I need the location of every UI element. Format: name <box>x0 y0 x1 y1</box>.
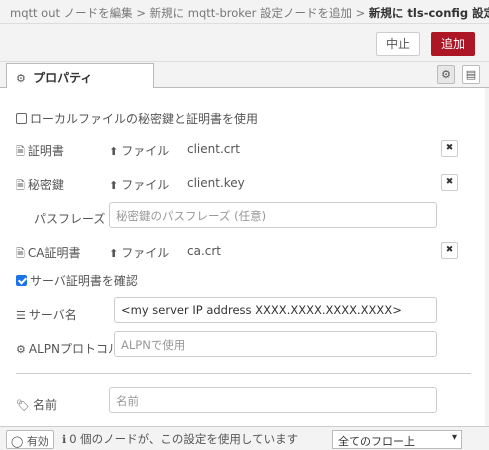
breadcrumb-item-mqtt-out[interactable]: mqtt out ノードを編集 <box>10 6 133 20</box>
edit-form: ローカルファイルの秘密鍵と証明書を使用 🗎 証明書 ⬆ ファイル client.cr… <box>0 88 489 426</box>
servername-label: サーバ名 <box>28 308 77 322</box>
ca-filename: ca.crt <box>187 244 222 258</box>
server-icon: ☰ <box>16 309 26 322</box>
breadcrumb-separator: > <box>351 6 369 20</box>
verify-server-checkbox[interactable] <box>16 275 27 286</box>
use-local-files-checkbox[interactable] <box>16 113 27 124</box>
cancel-button[interactable]: 中止 <box>376 32 420 56</box>
cert-label: 証明書 <box>27 144 64 158</box>
usage-info: ℹ0 個のノードが、この設定を使用しています <box>62 431 298 447</box>
ca-upload-label: ファイル <box>121 246 170 260</box>
gear-icon: ⚙ <box>16 72 26 85</box>
ca-clear-button[interactable]: ✖ <box>441 242 458 259</box>
gear-icon: ⚙ <box>441 68 451 81</box>
breadcrumb-item-mqtt-broker[interactable]: 新規に mqtt-broker 設定ノードを追加 <box>150 6 352 20</box>
breadcrumb: mqtt out ノードを編集 > 新規に mqtt-broker 設定ノードを… <box>0 0 489 24</box>
breadcrumb-separator: > <box>132 6 150 20</box>
file-icon: 🗎 <box>16 145 25 158</box>
info-icon: ℹ <box>62 433 67 446</box>
tab-properties-label: プロパティ <box>33 71 93 85</box>
cogs-icon: ⚙ <box>16 343 26 356</box>
name-label: 名前 <box>32 398 57 412</box>
chevron-down-icon: ▾ <box>451 432 457 443</box>
verify-server-label: サーバ証明書を確認 <box>30 274 138 288</box>
scope-select[interactable]: 全てのフロー上 ▾ <box>332 430 462 449</box>
tab-description-icon-button[interactable]: ▤ <box>462 65 480 84</box>
toggle-icon: ◯ <box>11 435 24 448</box>
description-icon: ▤ <box>465 68 477 81</box>
alpn-label: ALPNプロトコル <box>28 342 120 356</box>
footer: ◯ 有効 ℹ0 個のノードが、この設定を使用しています 全てのフロー上 ▾ <box>0 426 489 450</box>
passphrase-label: パスフレーズ <box>34 212 106 226</box>
key-row: 🗎 秘密鍵 ⬆ ファイル client.key ✖ <box>16 172 476 196</box>
key-upload-label: ファイル <box>121 178 170 192</box>
upload-icon: ⬆ <box>109 145 119 158</box>
tag-icon: 🏷 <box>16 399 30 412</box>
file-icon: 🗎 <box>16 179 25 192</box>
enabled-label: 有効 <box>26 435 49 448</box>
alpn-input[interactable]: ALPNで使用 <box>114 331 437 357</box>
ca-upload-button[interactable]: ⬆ ファイル <box>109 244 169 261</box>
add-button[interactable]: 追加 <box>431 32 475 56</box>
scrollbar[interactable] <box>485 88 489 426</box>
enabled-toggle[interactable]: ◯ 有効 <box>6 430 54 449</box>
upload-icon: ⬆ <box>109 247 119 260</box>
close-icon: ✖ <box>445 143 454 153</box>
cert-upload-label: ファイル <box>121 144 170 158</box>
cert-clear-button[interactable]: ✖ <box>441 140 458 157</box>
ca-label: CA証明書 <box>27 246 81 260</box>
key-filename: client.key <box>187 176 245 190</box>
tab-properties-icon-button[interactable]: ⚙ <box>437 65 455 84</box>
usage-info-text: 0 個のノードが、この設定を使用しています <box>69 432 299 446</box>
scope-select-value: 全てのフロー上 <box>338 435 415 448</box>
key-upload-button[interactable]: ⬆ ファイル <box>109 176 169 193</box>
key-label: 秘密鍵 <box>27 178 64 192</box>
close-icon: ✖ <box>445 245 454 255</box>
tab-properties[interactable]: ⚙ プロパティ <box>6 63 154 89</box>
cert-row: 🗎 証明書 ⬆ ファイル client.crt ✖ <box>16 138 476 162</box>
cert-filename: client.crt <box>187 142 241 156</box>
cert-upload-button[interactable]: ⬆ ファイル <box>109 142 169 159</box>
name-input[interactable]: 名前 <box>109 387 437 413</box>
ca-row: 🗎 CA証明書 ⬆ ファイル ca.crt ✖ <box>16 240 476 264</box>
tray-toolbar: 中止 追加 <box>0 24 489 62</box>
passphrase-input[interactable]: 秘密鍵のパスフレーズ (任意) <box>109 202 437 228</box>
upload-icon: ⬆ <box>109 179 119 192</box>
file-icon: 🗎 <box>16 247 25 260</box>
key-clear-button[interactable]: ✖ <box>441 174 458 191</box>
close-icon: ✖ <box>445 177 454 187</box>
breadcrumb-current: 新規に tls-config 設定ノードを追加 <box>368 6 489 20</box>
use-local-files-label: ローカルファイルの秘密鍵と証明書を使用 <box>30 112 259 126</box>
tab-bar: ⚙ プロパティ ⚙ ▤ <box>0 62 489 89</box>
divider <box>16 373 471 374</box>
servername-input[interactable]: <my server IP address XXXX.XXXX.XXXX.XXX… <box>114 297 437 323</box>
